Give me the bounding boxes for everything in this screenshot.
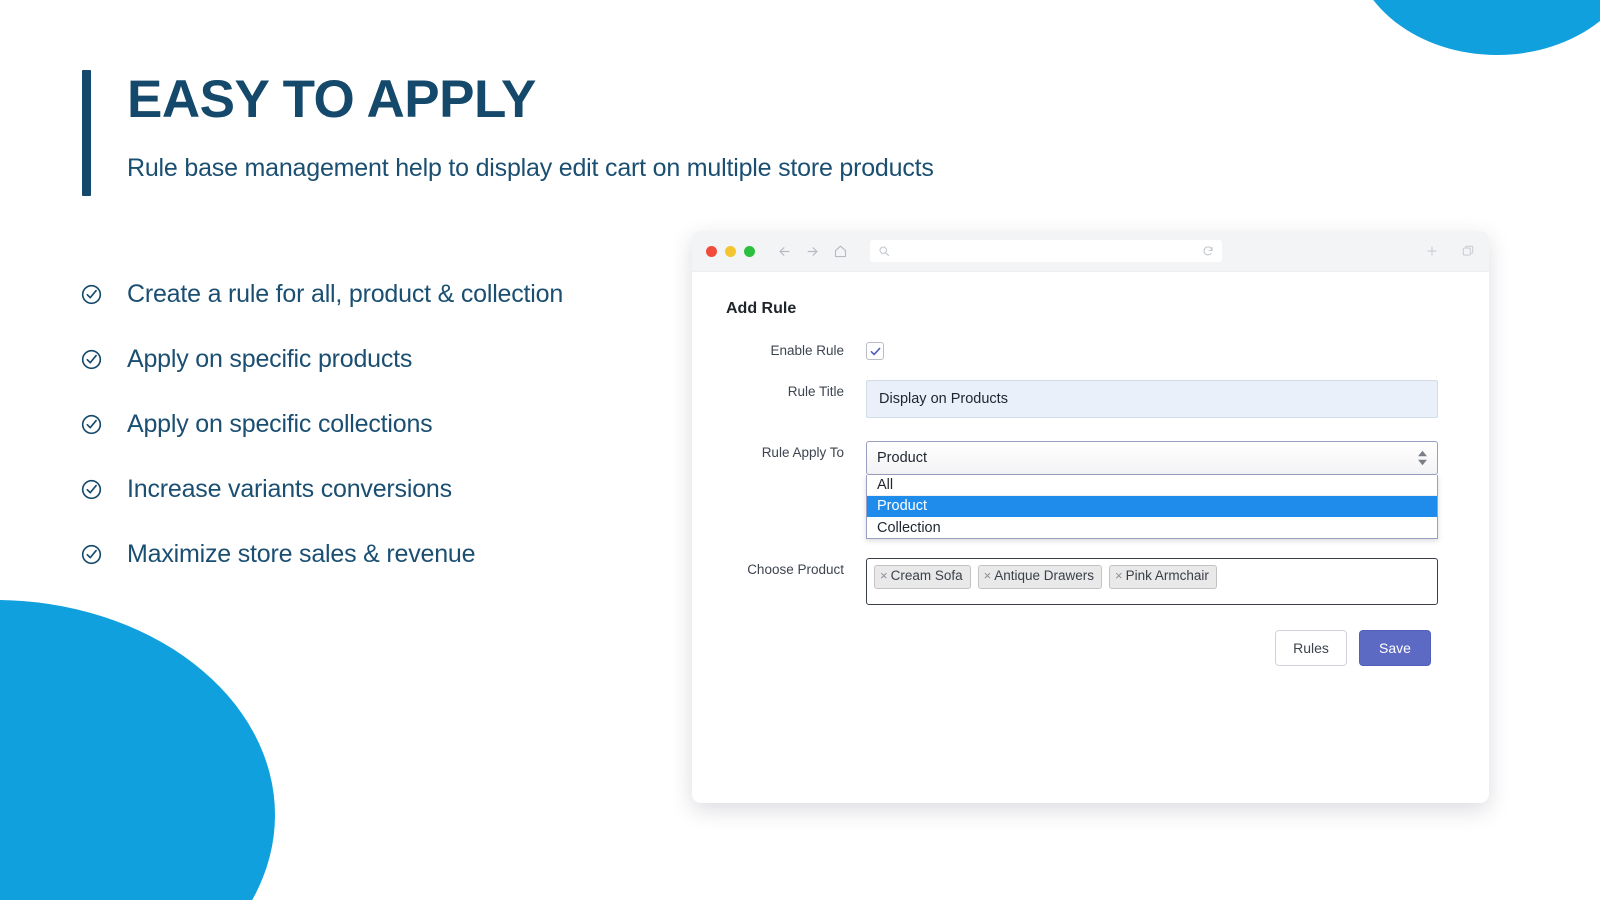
product-tag-label: Cream Sofa: [891, 568, 963, 585]
field-enable-rule: Enable Rule: [692, 340, 1489, 360]
remove-tag-icon[interactable]: ×: [880, 568, 888, 584]
slide-canvas: EASY TO APPLY Rule base management help …: [0, 0, 1600, 900]
list-item: Apply on specific collections: [80, 392, 700, 457]
browser-toolbar: [692, 231, 1489, 272]
option-collection[interactable]: Collection: [867, 517, 1437, 538]
heading-block: EASY TO APPLY Rule base management help …: [82, 70, 934, 196]
product-tag-label: Antique Drawers: [994, 568, 1094, 585]
enable-rule-checkbox[interactable]: [866, 342, 884, 360]
list-item-label: Maximize store sales & revenue: [118, 540, 475, 569]
field-rule-title: Rule Title Display on Products: [692, 380, 1489, 418]
forward-arrow-icon[interactable]: [805, 244, 820, 259]
option-product[interactable]: Product: [867, 496, 1437, 517]
decorative-blob-bottom-left: [0, 600, 275, 900]
rule-apply-to-selected-value: Product: [877, 450, 927, 466]
field-choose-product: Choose Product × Cream Sofa × Antique Dr…: [692, 558, 1489, 605]
address-bar[interactable]: [870, 240, 1222, 262]
form-actions: Rules Save: [692, 630, 1489, 666]
check-circle-icon: [80, 283, 118, 306]
list-item-label: Create a rule for all, product & collect…: [118, 280, 563, 309]
option-all[interactable]: All: [867, 475, 1437, 496]
page-subtitle: Rule base management help to display edi…: [127, 154, 934, 183]
field-label-choose-product: Choose Product: [692, 558, 844, 577]
check-circle-icon: [80, 413, 118, 436]
close-window-button[interactable]: [706, 246, 717, 257]
rule-apply-to-options[interactable]: All Product Collection: [866, 475, 1438, 539]
field-label-enable-rule: Enable Rule: [692, 340, 844, 358]
back-arrow-icon[interactable]: [777, 244, 792, 259]
rule-apply-to-select[interactable]: Product: [866, 441, 1438, 475]
plus-icon[interactable]: [1425, 244, 1439, 258]
page-title: EASY TO APPLY: [127, 72, 934, 128]
remove-tag-icon[interactable]: ×: [984, 568, 992, 584]
choose-product-tag-input[interactable]: × Cream Sofa × Antique Drawers × Pink Ar…: [866, 558, 1438, 605]
rules-button[interactable]: Rules: [1275, 630, 1347, 666]
product-tag[interactable]: × Pink Armchair: [1109, 565, 1217, 589]
product-tag[interactable]: × Antique Drawers: [978, 565, 1102, 589]
heading-accent-bar: [82, 70, 91, 196]
save-button[interactable]: Save: [1359, 630, 1431, 666]
list-item: Maximize store sales & revenue: [80, 522, 700, 587]
list-item: Create a rule for all, product & collect…: [80, 262, 700, 327]
tabs-icon[interactable]: [1461, 244, 1475, 258]
product-tag[interactable]: × Cream Sofa: [874, 565, 971, 589]
checkmark-icon: [869, 345, 882, 358]
list-item: Increase variants conversions: [80, 457, 700, 522]
search-icon: [878, 245, 890, 257]
reload-icon[interactable]: [1202, 245, 1214, 257]
field-rule-apply-to: Rule Apply To Product All Product: [692, 441, 1489, 475]
decorative-blob-top-right: [1352, 0, 1600, 55]
stepper-arrows-icon: [1418, 451, 1427, 466]
feature-list: Create a rule for all, product & collect…: [80, 262, 700, 587]
panel-title: Add Rule: [726, 300, 1489, 318]
maximize-window-button[interactable]: [744, 246, 755, 257]
field-label-rule-apply-to: Rule Apply To: [692, 441, 844, 460]
minimize-window-button[interactable]: [725, 246, 736, 257]
list-item: Apply on specific products: [80, 327, 700, 392]
product-tag-label: Pink Armchair: [1126, 568, 1209, 585]
rule-title-input[interactable]: Display on Products: [866, 380, 1438, 418]
field-label-rule-title: Rule Title: [692, 380, 844, 399]
list-item-label: Apply on specific collections: [118, 410, 432, 439]
check-circle-icon: [80, 348, 118, 371]
add-rule-page: Add Rule Enable Rule Rule Title: [692, 272, 1489, 803]
remove-tag-icon[interactable]: ×: [1115, 568, 1123, 584]
list-item-label: Increase variants conversions: [118, 475, 452, 504]
window-controls: [706, 246, 755, 257]
browser-window: Add Rule Enable Rule Rule Title: [692, 231, 1489, 803]
list-item-label: Apply on specific products: [118, 345, 412, 374]
check-circle-icon: [80, 543, 118, 566]
home-icon[interactable]: [833, 244, 848, 259]
check-circle-icon: [80, 478, 118, 501]
